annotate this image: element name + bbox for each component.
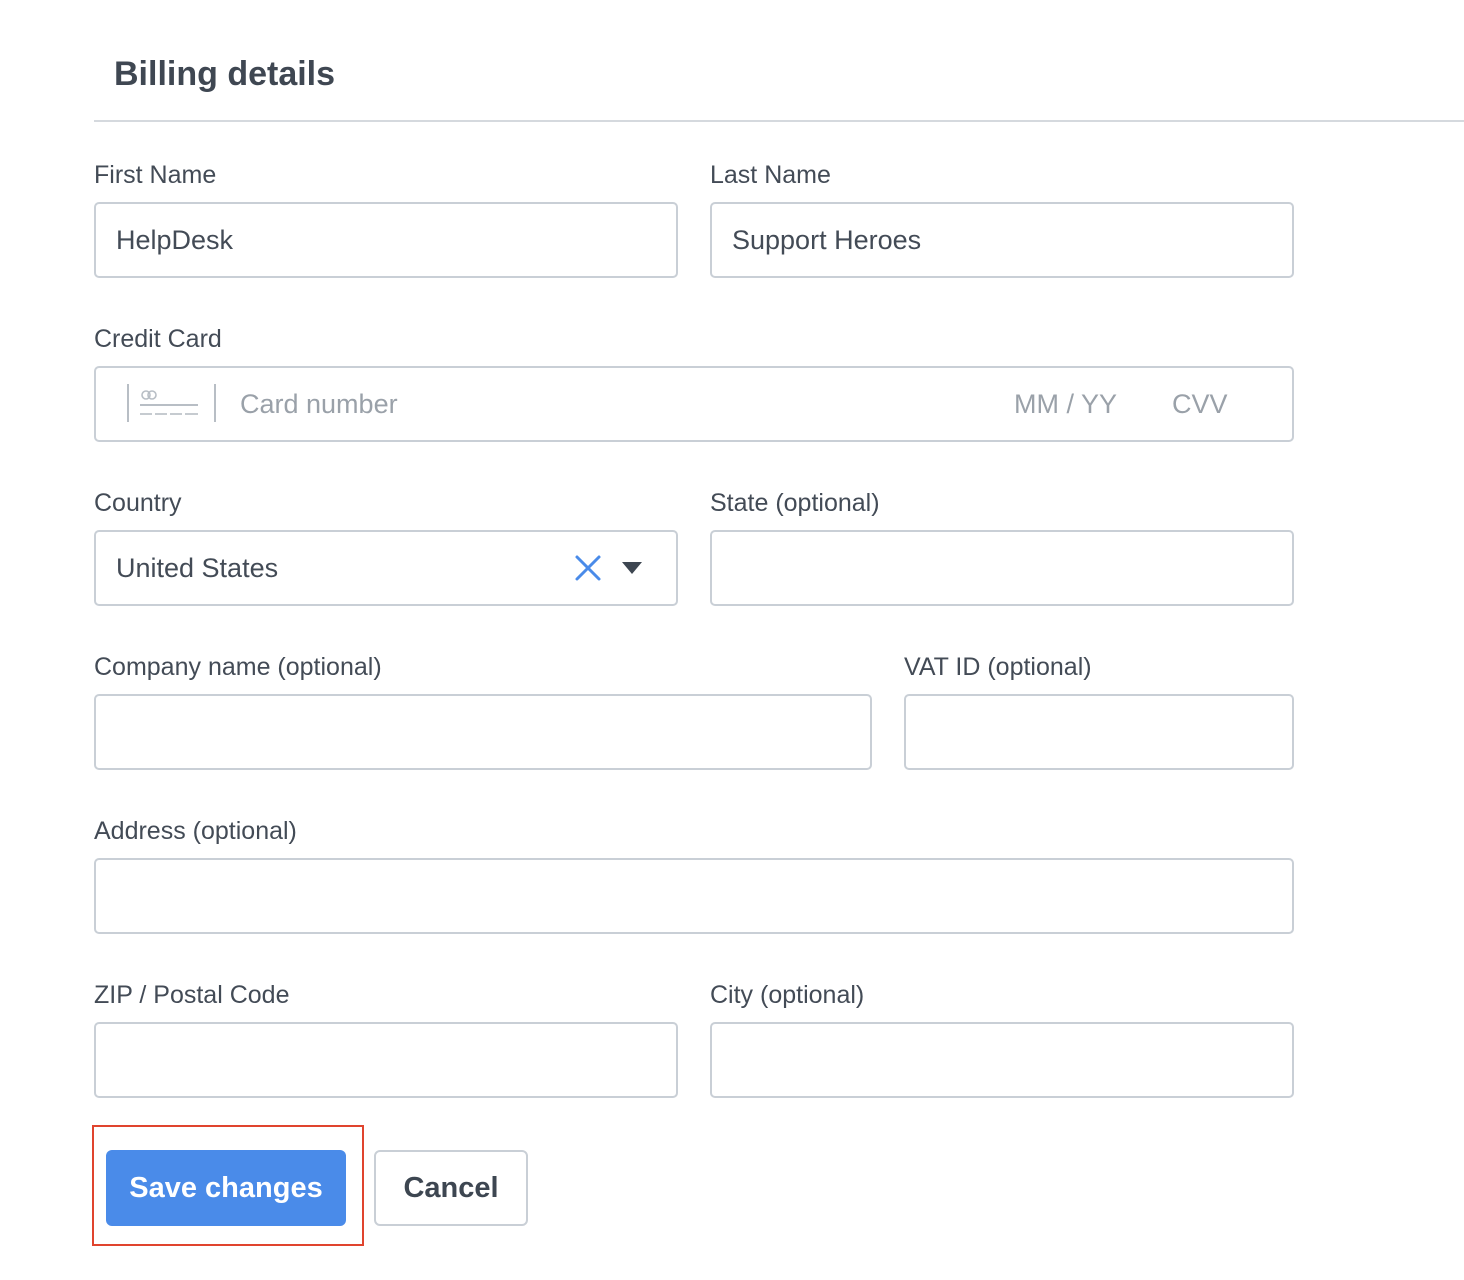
chevron-down-icon[interactable]	[622, 562, 642, 574]
address-label: Address (optional)	[94, 817, 297, 845]
vat-id-field[interactable]	[904, 694, 1294, 770]
close-icon[interactable]	[574, 554, 602, 582]
last-name-field[interactable]: Support Heroes	[710, 202, 1294, 278]
card-cvv-input[interactable]: CVV	[1172, 368, 1228, 440]
city-field[interactable]	[710, 1022, 1294, 1098]
credit-card-icon	[127, 384, 216, 422]
page-title: Billing details	[114, 55, 336, 93]
last-name-value: Support Heroes	[732, 225, 922, 255]
city-label: City (optional)	[710, 981, 865, 1009]
country-label: Country	[94, 489, 182, 517]
first-name-label: First Name	[94, 161, 217, 189]
first-name-field[interactable]: HelpDesk	[94, 202, 678, 278]
first-name-value: HelpDesk	[116, 225, 234, 255]
last-name-label: Last Name	[710, 161, 831, 189]
credit-card-label: Credit Card	[94, 325, 222, 353]
card-number-input[interactable]: Card number	[240, 368, 398, 440]
title-divider	[94, 120, 1464, 122]
cancel-button[interactable]: Cancel	[374, 1150, 528, 1226]
card-expiry-input[interactable]: MM / YY	[1014, 368, 1117, 440]
state-field[interactable]	[710, 530, 1294, 606]
address-field[interactable]	[94, 858, 1294, 934]
vat-id-label: VAT ID (optional)	[904, 653, 1092, 681]
save-button[interactable]: Save changes	[106, 1150, 346, 1226]
zip-field[interactable]	[94, 1022, 678, 1098]
country-value: United States	[116, 553, 279, 583]
zip-label: ZIP / Postal Code	[94, 981, 290, 1009]
state-label: State (optional)	[710, 489, 880, 517]
credit-card-field[interactable]: Card number MM / YY CVV	[94, 366, 1294, 442]
company-name-field[interactable]	[94, 694, 872, 770]
country-select[interactable]: United States	[94, 530, 678, 606]
company-name-label: Company name (optional)	[94, 653, 382, 681]
